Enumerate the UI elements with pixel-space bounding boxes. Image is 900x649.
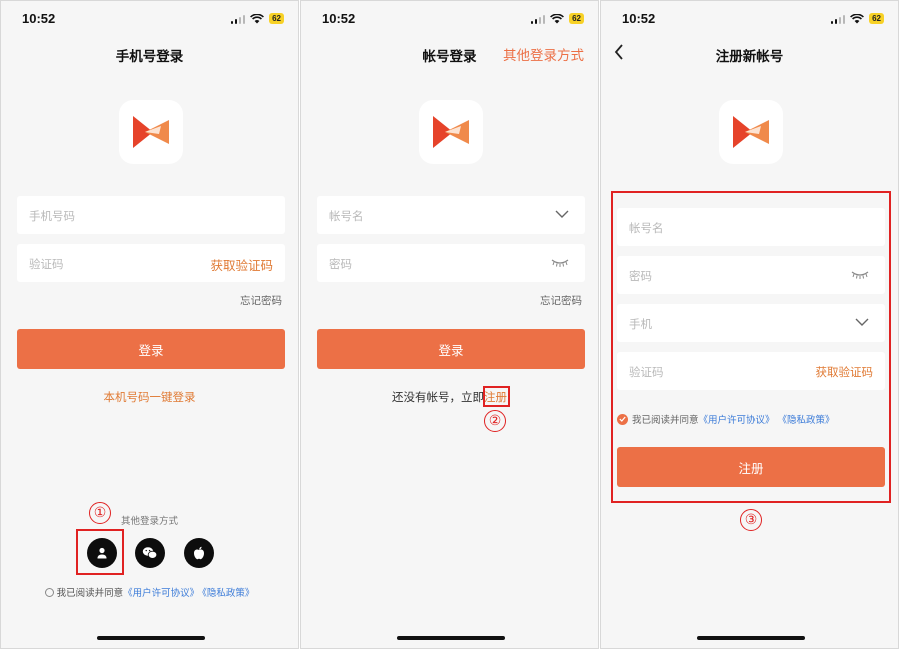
phone-login-screen: 10:52 62 手机号登录 手机号码 验证码 获取验证码 忘记密码 登录 本机… bbox=[0, 0, 299, 649]
account-field[interactable]: 帐号名 bbox=[317, 196, 585, 234]
code-placeholder: 验证码 bbox=[29, 257, 64, 271]
agree-prefix: 我已阅读并同意 bbox=[56, 588, 124, 599]
home-indicator[interactable] bbox=[697, 636, 805, 640]
signal-icon bbox=[530, 14, 546, 24]
annotation-number-1: ① bbox=[89, 502, 111, 524]
phone-register-screen: 10:52 62 注册新帐号 帐号名 密码 手机 验证码 获取验证码 我已阅读并… bbox=[600, 0, 899, 649]
status-bar: 10:52 62 bbox=[301, 1, 598, 37]
status-icons: 62 bbox=[530, 13, 584, 24]
home-indicator[interactable] bbox=[397, 636, 505, 640]
wifi-icon bbox=[250, 14, 264, 24]
chevron-down-icon[interactable] bbox=[555, 210, 569, 218]
page-title: 注册新帐号 bbox=[715, 49, 784, 65]
other-login-link[interactable]: 其他登录方式 bbox=[503, 44, 584, 64]
account-placeholder: 帐号名 bbox=[329, 209, 364, 223]
logo-icon bbox=[431, 112, 471, 152]
status-time: 10:52 bbox=[22, 11, 56, 26]
forgot-password-link[interactable]: 忘记密码 bbox=[540, 293, 582, 308]
one-key-login-link[interactable]: 本机号码一键登录 bbox=[1, 389, 298, 405]
highlight-box-3 bbox=[611, 191, 891, 503]
annotation-number-3: ③ bbox=[740, 509, 762, 531]
agreement-row: 我已阅读并同意《用户许可协议》《隐私政策》 bbox=[1, 585, 298, 599]
login-button[interactable]: 登录 bbox=[317, 329, 585, 369]
logo-icon bbox=[131, 112, 171, 152]
privacy-link[interactable]: 《隐私政策》 bbox=[202, 588, 254, 599]
page-title: 手机号登录 bbox=[115, 49, 184, 65]
highlight-box-2 bbox=[483, 386, 510, 407]
code-field[interactable]: 验证码 获取验证码 bbox=[17, 244, 285, 282]
annotation-number-2: ② bbox=[484, 410, 506, 432]
status-bar: 10:52 62 bbox=[1, 1, 298, 37]
phone-account-login-screen: 10:52 62 帐号登录 其他登录方式 帐号名 密码 忘记密码 登录 还没有帐… bbox=[300, 0, 599, 649]
app-logo bbox=[119, 100, 183, 164]
home-indicator[interactable] bbox=[97, 636, 205, 640]
wechat-login-button[interactable] bbox=[135, 538, 165, 568]
battery-icon: 62 bbox=[869, 13, 884, 24]
login-button[interactable]: 登录 bbox=[17, 329, 285, 369]
agree-checkbox[interactable] bbox=[44, 588, 54, 597]
logo-icon bbox=[731, 112, 771, 152]
app-logo bbox=[719, 100, 783, 164]
apple-icon bbox=[194, 546, 204, 560]
phone-placeholder: 手机号码 bbox=[29, 209, 75, 223]
app-logo bbox=[419, 100, 483, 164]
battery-icon: 62 bbox=[269, 13, 284, 24]
get-code-button[interactable]: 获取验证码 bbox=[210, 255, 273, 274]
status-icons: 62 bbox=[830, 13, 884, 24]
terms-link[interactable]: 《用户许可协议》 bbox=[123, 588, 199, 599]
register-row: 还没有帐号，立即注册 bbox=[301, 389, 598, 405]
no-account-text: 还没有帐号，立即 bbox=[392, 390, 484, 404]
highlight-box-1 bbox=[76, 529, 124, 575]
battery-icon: 62 bbox=[569, 13, 584, 24]
signal-icon bbox=[230, 14, 246, 24]
other-methods-label: 其他登录方式 bbox=[120, 516, 178, 527]
wechat-icon bbox=[142, 547, 158, 559]
eye-closed-icon[interactable] bbox=[551, 259, 569, 267]
phone-field[interactable]: 手机号码 bbox=[17, 196, 285, 234]
status-icons: 62 bbox=[230, 13, 284, 24]
password-field[interactable]: 密码 bbox=[317, 244, 585, 282]
signal-icon bbox=[830, 14, 846, 24]
wifi-icon bbox=[550, 14, 564, 24]
password-placeholder: 密码 bbox=[329, 257, 352, 271]
forgot-password-link[interactable]: 忘记密码 bbox=[240, 293, 282, 308]
status-bar: 10:52 62 bbox=[601, 1, 898, 37]
status-time: 10:52 bbox=[622, 11, 656, 26]
apple-login-button[interactable] bbox=[184, 538, 214, 568]
status-time: 10:52 bbox=[322, 11, 356, 26]
wifi-icon bbox=[850, 14, 864, 24]
